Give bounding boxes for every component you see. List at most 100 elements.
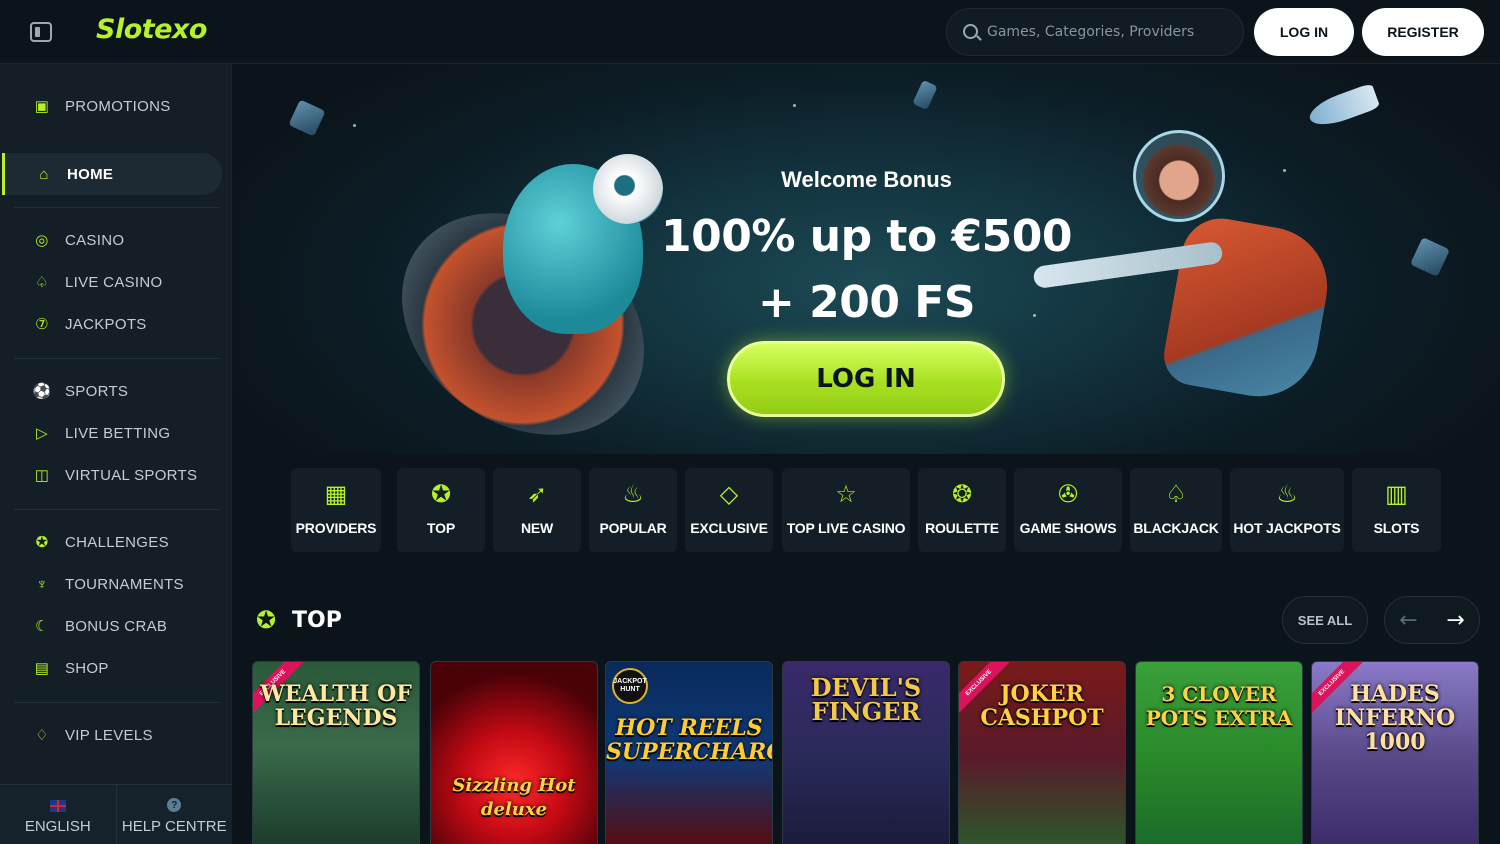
category-roulette[interactable]: ❂ ROULETTE [918, 468, 1006, 552]
sidebar-item-virtual-sports[interactable]: ◫ VIRTUAL SPORTS [0, 454, 232, 496]
sidebar-item-label: LIVE CASINO [65, 273, 163, 291]
game-card[interactable]: Sizzling Hot deluxe [430, 661, 598, 844]
sidebar-item-label: VIRTUAL SPORTS [65, 466, 198, 484]
language-selector[interactable]: ENGLISH [0, 785, 116, 844]
section-title: TOP [292, 607, 342, 633]
sidebar-item-label: VIP LEVELS [65, 726, 153, 744]
category-popular[interactable]: ♨ POPULAR [589, 468, 677, 552]
game-card[interactable]: EXCLUSIVE HADES INFERNO 1000 [1311, 661, 1479, 844]
game-card[interactable]: EXCLUSIVE WEALTH OF LEGENDS [252, 661, 420, 844]
gamepad-icon: ◫ [34, 467, 50, 484]
sidebar-item-jackpots[interactable]: ⑦ JACKPOTS [0, 303, 232, 345]
site-logo[interactable]: Slotexo [96, 14, 207, 45]
category-hot-jackpots[interactable]: ♨ HOT JACKPOTS [1230, 468, 1344, 552]
category-game-shows[interactable]: ✇ GAME SHOWS [1014, 468, 1122, 552]
hero-banner: Welcome Bonus 100% up to €500 + 200 FS L… [233, 64, 1500, 454]
register-button[interactable]: REGISTER [1362, 8, 1484, 56]
see-all-button[interactable]: SEE ALL [1282, 596, 1368, 644]
jackpot-hunt-badge: JACKPOT HUNT [612, 668, 648, 704]
arrow-right-icon[interactable]: → [1432, 597, 1479, 643]
hero-title: 100% up to €500 + 200 FS [233, 204, 1500, 336]
category-top[interactable]: ✪ TOP [397, 468, 485, 552]
sidebar-item-challenges[interactable]: ✪ CHALLENGES [0, 521, 232, 563]
game-title: HADES INFERNO 1000 [1334, 681, 1456, 755]
rocket-icon: ➶ [526, 480, 548, 508]
crab-icon: ☾ [35, 618, 49, 635]
sidebar-item-label: LIVE BETTING [65, 424, 171, 442]
sidebar-item-label: PROMOTIONS [65, 97, 171, 115]
sidebar-item-bonus-crab[interactable]: ☾ BONUS CRAB [0, 605, 232, 647]
medal-icon: ✪ [35, 534, 49, 551]
hero-subtitle: Welcome Bonus [781, 167, 952, 192]
category-label: POPULAR [599, 520, 667, 536]
flame-icon: ♨ [622, 480, 644, 508]
diamond-icon: ♢ [35, 727, 49, 744]
sidebar-item-vip-levels[interactable]: ♢ VIP LEVELS [0, 714, 232, 756]
carousel-arrows: ← → [1384, 596, 1480, 644]
play-icon: ▷ [36, 425, 48, 442]
wheel-icon: ✇ [1057, 480, 1079, 508]
sidebar-item-tournaments[interactable]: ♆ TOURNAMENTS [0, 563, 232, 605]
sidebar-footer: ENGLISH ? HELP CENTRE [0, 784, 232, 844]
login-button[interactable]: LOG IN [1254, 8, 1354, 56]
category-label: EXCLUSIVE [690, 520, 768, 536]
spade-icon: ♤ [1165, 480, 1187, 508]
sidebar-item-shop[interactable]: ▤ SHOP [0, 647, 232, 689]
top-section-header: ✪ TOP [252, 600, 342, 640]
game-card[interactable]: JACKPOT HUNT HOT REELS SUPERCHARGED [605, 661, 773, 844]
sidebar-item-label: CASINO [65, 231, 125, 249]
sidebar-item-label: CHALLENGES [65, 533, 169, 551]
star-decoration [793, 104, 796, 107]
sidebar-item-casino[interactable]: ◎ CASINO [0, 219, 232, 261]
help-centre-link[interactable]: ? HELP CENTRE [115, 785, 233, 844]
shop-icon: ▤ [34, 660, 50, 677]
sidebar-item-label: TOURNAMENTS [65, 575, 184, 593]
sidebar-item-promotions[interactable]: ▣ PROMOTIONS [0, 85, 232, 127]
game-card[interactable]: 3 CLOVER POTS EXTRA [1135, 661, 1303, 844]
category-label: TOP LIVE CASINO [786, 520, 906, 536]
crystal-decoration [912, 79, 938, 111]
category-providers[interactable]: ▦ PROVIDERS [291, 468, 381, 552]
sidebar-item-live-casino[interactable]: ♤ LIVE CASINO [0, 261, 232, 303]
sidebar-item-label: HOME [67, 165, 114, 183]
hero-login-button[interactable]: LOG IN [727, 341, 1005, 417]
grid-icon: ▦ [324, 480, 348, 508]
sidebar-divider [14, 358, 220, 359]
sidebar-divider [14, 207, 220, 208]
sidebar-item-live-betting[interactable]: ▷ LIVE BETTING [0, 412, 232, 454]
game-title: DEVIL'S FINGER [810, 673, 922, 726]
category-exclusive[interactable]: ◇ EXCLUSIVE [685, 468, 773, 552]
spade-icon: ♤ [35, 274, 49, 291]
game-card[interactable]: EXCLUSIVE JOKER CASHPOT [958, 661, 1126, 844]
sidebar-toggle-icon[interactable] [30, 22, 52, 42]
slot-machine-icon: ▥ [1385, 480, 1408, 508]
sidebar-item-home[interactable]: ⌂ HOME [2, 153, 222, 195]
sidebar: ▣ PROMOTIONS ⌂ HOME ◎ CASINO ♤ LIVE CASINO ⑦… [0, 64, 232, 844]
game-card[interactable]: DEVIL'S FINGER [782, 661, 950, 844]
category-top-live-casino[interactable]: ☆ TOP LIVE CASINO [782, 468, 910, 552]
game-title: WEALTH OF LEGENDS [260, 681, 412, 731]
game-title: 3 CLOVER POTS EXTRA [1145, 682, 1293, 730]
category-label: TOP [427, 520, 455, 536]
top-header: Slotexo LOG IN REGISTER [0, 0, 1500, 64]
roulette-icon: ❂ [951, 480, 973, 508]
category-blackjack[interactable]: ♤ BLACKJACK [1130, 468, 1222, 552]
sidebar-divider [14, 509, 220, 510]
gift-icon: ▣ [34, 98, 50, 115]
sidebar-divider [14, 702, 220, 703]
category-label: ROULETTE [925, 520, 999, 536]
language-label: ENGLISH [24, 818, 91, 835]
sidebar-item-label: BONUS CRAB [65, 617, 168, 635]
search-box[interactable] [946, 8, 1244, 56]
category-label: PROVIDERS [295, 520, 377, 536]
arrow-left-icon[interactable]: ← [1385, 597, 1432, 643]
hero-title-line2: + 200 FS [757, 277, 976, 328]
category-label: GAME SHOWS [1019, 520, 1117, 536]
category-new[interactable]: ➶ NEW [493, 468, 581, 552]
search-input[interactable] [987, 20, 1227, 44]
sidebar-item-sports[interactable]: ⚽ SPORTS [0, 370, 232, 412]
category-label: NEW [520, 520, 554, 536]
sidebar-item-label: SHOP [65, 659, 109, 677]
fire-dragon-icon: ♨ [1276, 480, 1298, 508]
category-slots[interactable]: ▥ SLOTS [1352, 468, 1441, 552]
